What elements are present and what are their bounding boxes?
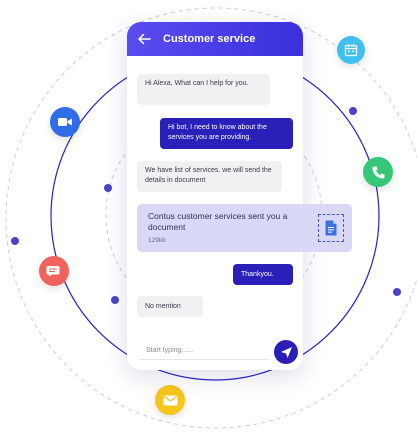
orbit-dot: [104, 184, 112, 192]
message-input[interactable]: Start typing......: [139, 342, 269, 360]
calendar-icon[interactable]: [337, 36, 365, 64]
orbit-dot: [111, 296, 119, 304]
document-attachment[interactable]: Contus customer services sent you a docu…: [137, 204, 352, 252]
send-button[interactable]: [274, 340, 298, 364]
document-title: Contus customer services sent you a docu…: [148, 211, 288, 232]
message-user: Hi bot, I need to know about the service…: [160, 118, 293, 149]
chat-title: Customer service: [163, 33, 256, 45]
phone-call-icon[interactable]: [363, 157, 393, 187]
google-doc-icon[interactable]: [318, 214, 344, 242]
chat-header: Customer service: [127, 22, 303, 56]
back-arrow-icon[interactable]: [137, 32, 151, 46]
send-icon: [280, 346, 292, 358]
chat-bubble-icon[interactable]: [39, 256, 69, 286]
message-bot: Hi Alexa, What can I help for you.: [137, 74, 270, 105]
message-user: Thankyou.: [233, 264, 293, 285]
orbit-dot: [349, 107, 357, 115]
orbit-dot: [393, 288, 401, 296]
message-bot: No mention: [137, 296, 203, 317]
orbit-dot: [11, 237, 19, 245]
mail-icon[interactable]: [155, 385, 185, 415]
message-bot: We have list of services. we will send t…: [137, 161, 282, 192]
document-size: 129kb: [148, 237, 166, 244]
video-icon[interactable]: [50, 107, 80, 137]
